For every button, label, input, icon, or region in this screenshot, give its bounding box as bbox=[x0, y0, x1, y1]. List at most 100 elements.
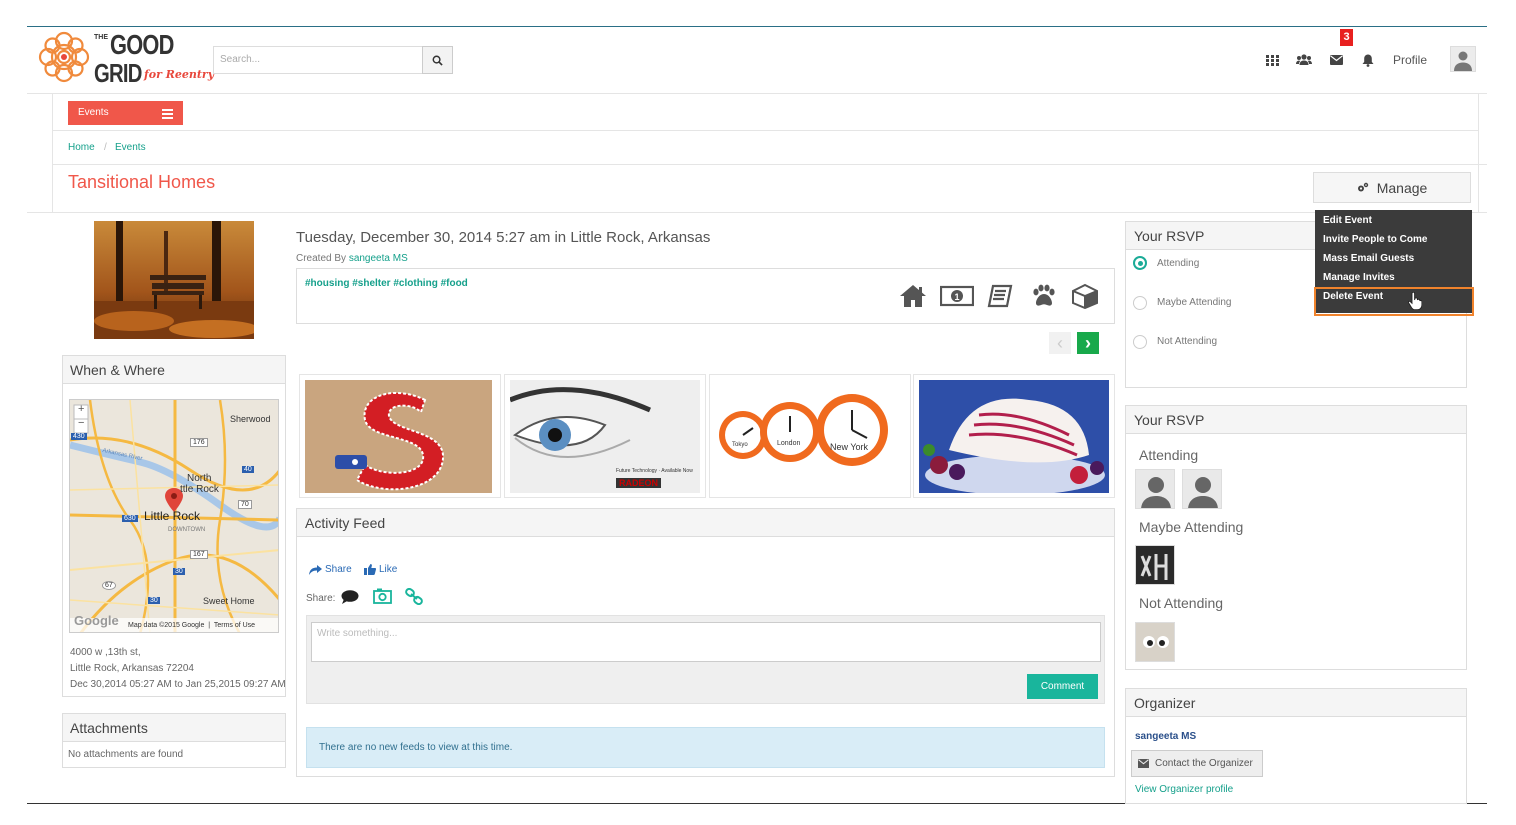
attendee-avatar-1[interactable] bbox=[1135, 469, 1175, 509]
like-link[interactable]: Like bbox=[364, 564, 397, 575]
event-tags-box: #housing #shelter #clothing #food 1 bbox=[296, 268, 1115, 324]
home-icon[interactable] bbox=[899, 283, 927, 309]
map-label-little-rock: Little Rock bbox=[144, 509, 201, 523]
gallery-thumb-3[interactable]: Tokyo London New York bbox=[709, 374, 911, 498]
not-attending-avatar[interactable] bbox=[1135, 622, 1175, 662]
box-icon[interactable] bbox=[1071, 283, 1099, 310]
logo-good: GOOD bbox=[110, 29, 174, 60]
attachments-empty: No attachments are found bbox=[68, 749, 184, 760]
events-menu-button[interactable]: Events bbox=[68, 101, 183, 125]
title-divider bbox=[27, 212, 1487, 213]
search-button[interactable] bbox=[422, 46, 453, 74]
rsvp-maybe-radio[interactable] bbox=[1133, 296, 1147, 310]
search-icon bbox=[432, 55, 443, 66]
header-divider bbox=[27, 93, 1487, 94]
map-label-sweet-home: Sweet Home bbox=[203, 596, 255, 606]
clock-label-new-york: New York bbox=[830, 442, 869, 452]
menu-item-mass-email[interactable]: Mass Email Guests bbox=[1323, 253, 1414, 264]
map-route-30b: 30 bbox=[148, 597, 160, 604]
delete-event-highlight bbox=[1314, 287, 1474, 316]
rsvp-attending-radio[interactable] bbox=[1133, 256, 1147, 270]
manage-button[interactable]: Manage bbox=[1313, 172, 1471, 203]
event-tags[interactable]: #housing #shelter #clothing #food bbox=[305, 278, 468, 289]
logo-flower-icon[interactable] bbox=[36, 29, 92, 85]
message-count-badge: 3 bbox=[1340, 29, 1353, 46]
user-silhouette-icon bbox=[1141, 477, 1171, 508]
map-label-sherwood: Sherwood bbox=[230, 414, 271, 424]
maybe-heading: Maybe Attending bbox=[1139, 519, 1244, 535]
gallery-thumb-2[interactable]: Future Technology · Available Now RADEON bbox=[504, 374, 706, 498]
share-label: Share bbox=[325, 564, 352, 575]
speech-bubble-icon[interactable] bbox=[341, 590, 359, 610]
logo-grid: GRID bbox=[94, 58, 142, 88]
share-link[interactable]: Share bbox=[309, 564, 352, 575]
menu-item-manage-invites[interactable]: Manage Invites bbox=[1323, 272, 1395, 283]
breadcrumb-events[interactable]: Events bbox=[115, 142, 146, 153]
rsvp-attending-label[interactable]: Attending bbox=[1157, 258, 1199, 269]
event-date-range: Dec 30,2014 05:27 AM to Jan 25,2015 09:2… bbox=[70, 679, 286, 690]
people-icon[interactable] bbox=[1296, 52, 1312, 68]
map-zoom-out-button[interactable]: − bbox=[78, 417, 84, 429]
map-route-67: 67 bbox=[102, 581, 116, 590]
user-avatar[interactable] bbox=[1450, 46, 1476, 72]
map-route-430: 430 bbox=[71, 433, 87, 440]
link-chain-icon[interactable] bbox=[405, 587, 423, 610]
subnav-divider bbox=[52, 130, 1479, 131]
map-zoom-in-button[interactable]: + bbox=[78, 403, 84, 415]
ice-cream-berries-image bbox=[919, 380, 1109, 493]
money-icon[interactable]: 1 bbox=[939, 283, 975, 309]
clock-label-london: London bbox=[777, 440, 801, 447]
logo-the: THE bbox=[94, 34, 108, 41]
gallery-prev-button[interactable]: ‹ bbox=[1049, 332, 1071, 354]
comment-button[interactable]: Comment bbox=[1027, 674, 1098, 699]
content-right-border bbox=[1478, 94, 1479, 212]
rsvp-not-attending-radio[interactable] bbox=[1133, 335, 1147, 349]
rsvp-list-title: Your RSVP bbox=[1134, 412, 1205, 428]
user-silhouette-icon bbox=[1454, 51, 1472, 71]
map-attribution[interactable]: Map data ©2015 Google | Terms of Use bbox=[128, 622, 255, 629]
eye-caption-brand: RADEON bbox=[616, 478, 662, 488]
rsvp-maybe-label[interactable]: Maybe Attending bbox=[1157, 297, 1232, 308]
alarm-clocks-image: Tokyo London New York bbox=[715, 380, 905, 493]
logo-tagline: for Reentry bbox=[144, 68, 215, 81]
breadcrumb-separator: / bbox=[104, 142, 107, 153]
breadcrumb-home[interactable]: Home bbox=[68, 142, 95, 153]
address-line-2: Little Rock, Arkansas 72204 bbox=[70, 663, 194, 674]
eye-closeup-image: Future Technology · Available Now RADEON bbox=[510, 380, 700, 493]
share-arrow-icon bbox=[309, 564, 322, 575]
menu-item-invite-people[interactable]: Invite People to Come bbox=[1323, 234, 1427, 245]
apps-grid-icon[interactable] bbox=[1264, 52, 1280, 68]
contact-organizer-label: Contact the Organizer bbox=[1155, 758, 1253, 769]
created-by-label: Created By bbox=[296, 253, 347, 264]
rsvp-not-attending-label[interactable]: Not Attending bbox=[1157, 336, 1217, 347]
menu-item-edit-event[interactable]: Edit Event bbox=[1323, 215, 1372, 226]
gallery-thumb-4[interactable] bbox=[913, 374, 1115, 498]
created-by-link[interactable]: sangeeta MS bbox=[349, 253, 408, 264]
activity-feed-title: Activity Feed bbox=[305, 515, 386, 531]
share-prefix: Share: bbox=[306, 593, 336, 604]
address-line-1: 4000 w ,13th st, bbox=[70, 647, 141, 658]
organizer-name[interactable]: sangeeta MS bbox=[1135, 731, 1196, 742]
view-organizer-profile-link[interactable]: View Organizer profile bbox=[1135, 784, 1233, 795]
gallery-thumb-1[interactable] bbox=[299, 374, 501, 498]
bell-icon[interactable] bbox=[1360, 52, 1376, 68]
location-map[interactable]: + − Sherwood North ttle Rock Little Rock… bbox=[69, 399, 279, 633]
camera-icon[interactable] bbox=[373, 588, 392, 609]
rsvp-form-title: Your RSVP bbox=[1134, 228, 1205, 244]
page-title: Tansitional Homes bbox=[68, 172, 216, 192]
paw-icon[interactable] bbox=[1030, 283, 1058, 309]
profile-link[interactable]: Profile bbox=[1393, 53, 1427, 67]
contact-organizer-button[interactable]: Contact the Organizer bbox=[1131, 750, 1263, 777]
event-photo bbox=[94, 221, 254, 339]
maybe-attendee-avatar[interactable] bbox=[1135, 545, 1175, 585]
comment-input[interactable]: Write something... bbox=[311, 622, 1101, 662]
attendee-avatar-2[interactable] bbox=[1182, 469, 1222, 509]
envelope-icon[interactable] bbox=[1328, 52, 1344, 68]
thumbs-up-icon bbox=[364, 564, 376, 575]
user-silhouette-icon bbox=[1188, 477, 1218, 508]
svg-text:1: 1 bbox=[954, 292, 959, 302]
book-icon[interactable] bbox=[986, 283, 1014, 309]
gallery-next-button[interactable]: › bbox=[1077, 332, 1099, 354]
map-route-70: 70 bbox=[238, 500, 252, 509]
search-input[interactable]: Search... bbox=[213, 46, 423, 74]
